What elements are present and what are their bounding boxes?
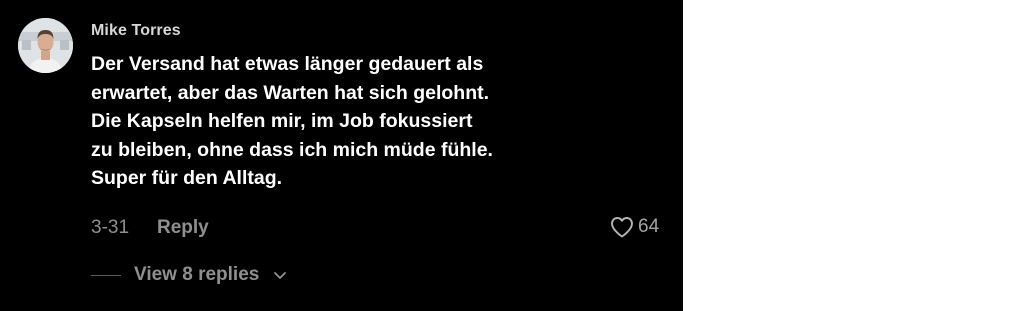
comment-panel: Mike Torres Der Versand hat etwas länger… (0, 0, 683, 311)
heart-icon (611, 217, 633, 238)
comment-text-line: erwartet, aber das Warten hat sich geloh… (91, 81, 490, 104)
comment-text-line: Super für den Alltag. (91, 167, 283, 189)
like-button[interactable]: 64 (610, 216, 659, 238)
replies-divider (91, 274, 121, 276)
view-replies-button[interactable]: View 8 replies (91, 264, 287, 286)
comment-text-line: Die Kapseln helfen mir, im Job fokussier… (91, 110, 473, 132)
comment-date: 3-31 (91, 217, 130, 238)
comment-text: Der Versand hat etwas länger gedauert al… (91, 50, 551, 193)
comment-text-line: zu bleiben, ohne dass ich mich müde fühl… (91, 138, 493, 161)
reply-button[interactable]: Reply (157, 217, 209, 239)
avatar-image (18, 18, 73, 73)
like-count: 64 (638, 216, 660, 237)
view-replies-label: View 8 replies (134, 264, 260, 285)
chevron-down-icon (274, 271, 287, 279)
comment-text-line: Der Versand hat etwas länger gedauert al… (91, 53, 484, 75)
avatar[interactable] (18, 18, 73, 73)
username[interactable]: Mike Torres (91, 22, 181, 40)
